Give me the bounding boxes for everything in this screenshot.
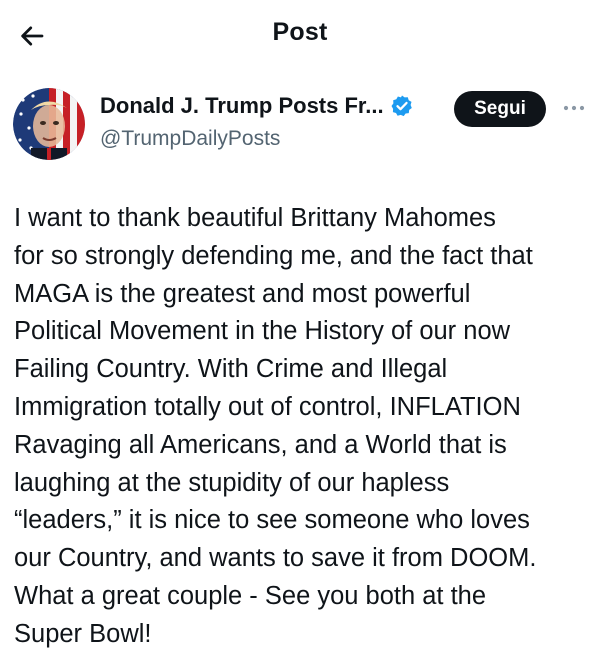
verified-badge-icon (390, 94, 414, 118)
profile-avatar-icon (13, 88, 85, 160)
author-name[interactable]: Donald J. Trump Posts Fr... (100, 93, 384, 119)
author-handle[interactable]: @TrumpDailyPosts (100, 127, 280, 151)
top-bar: Post (0, 0, 600, 72)
author-name-row: Donald J. Trump Posts Fr... (100, 93, 414, 119)
follow-button[interactable]: Segui (454, 91, 546, 127)
post-text: I want to thank beautiful Brittany Mahom… (14, 204, 537, 648)
more-options-button[interactable] (560, 96, 588, 120)
page-title: Post (272, 18, 328, 46)
more-options-icon (563, 105, 585, 111)
avatar[interactable] (13, 88, 85, 160)
